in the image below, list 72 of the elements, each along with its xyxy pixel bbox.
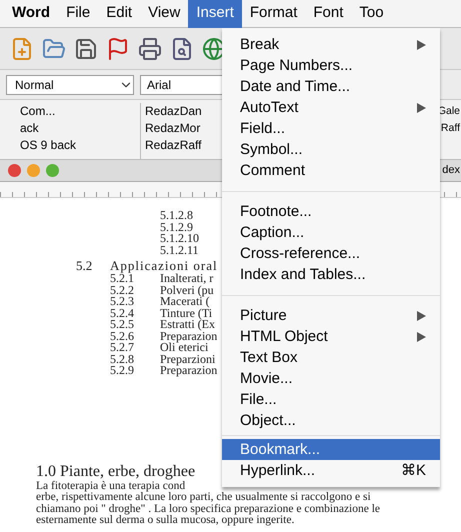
outline-entry: Oli eterici (160, 342, 208, 354)
style-dropdown[interactable]: Normal (6, 74, 134, 94)
outline-entry: Preparazion (160, 330, 218, 342)
menu-bar-item[interactable]: Word (4, 0, 58, 28)
outline-number: 5.2.3 (109, 296, 135, 308)
menu-bar-item[interactable]: Edit (98, 0, 140, 28)
folder-icon[interactable] (42, 36, 66, 60)
paragraph-line: esternamente sul derma o sulla mucosa, oppure ingerite. (36, 515, 294, 526)
file-list-item[interactable]: OS 9 back (20, 137, 140, 154)
menu-item[interactable]: Break (222, 34, 440, 55)
window-title: dex (442, 163, 460, 178)
menu-item[interactable]: Caption... (222, 222, 440, 243)
outline-entry: Inalterati, r (160, 273, 214, 284)
section-title: Applicazioni oral (110, 258, 218, 273)
outline-number: 5.2.2 (109, 284, 135, 296)
menu-item[interactable]: Index and Tables... (222, 264, 440, 285)
file-list-item[interactable]: Com... (20, 103, 140, 120)
menu-item[interactable]: Hyperlink... ⌘K (222, 460, 440, 481)
menu-item[interactable]: Bookmark... (222, 439, 440, 460)
shortcut-label: ⌘K (400, 461, 426, 481)
menu-bar-item[interactable]: Font (305, 0, 352, 28)
outline-number: 5.2.6 (109, 330, 135, 342)
file-list-item[interactable]: RedazDan (145, 103, 222, 120)
menu-bar-item[interactable]: Too (351, 0, 392, 28)
outline-entry: Preparzioni (160, 354, 216, 365)
menu-item[interactable]: Comment (222, 160, 440, 181)
menu-item[interactable]: Object... (222, 410, 440, 431)
document-heading: 1.0 Piante, erbe, droghee (36, 462, 196, 480)
outline-entry: Polveri (pu (160, 284, 214, 296)
outline-entry: Macerati ( (160, 296, 210, 308)
menu-bar-item[interactable]: View (140, 0, 188, 28)
outline-entry: Preparazion (160, 365, 218, 376)
menu-item[interactable]: HTML Object (222, 326, 440, 347)
preview-icon[interactable] (170, 36, 194, 60)
file-list-item[interactable]: RedazRaff (145, 137, 222, 154)
outline-number: 5.2.7 (109, 342, 135, 354)
close-button[interactable] (8, 164, 21, 177)
menu-item[interactable]: Cross-reference... (222, 243, 440, 264)
outline-entry: Tinture (Ti (160, 308, 212, 319)
file-list-item[interactable]: RedazMor (145, 120, 222, 137)
outline-number: 5.2.4 (109, 308, 135, 319)
menu-item[interactable]: Symbol... (222, 139, 440, 160)
outline-number: 5.1.2.8 (160, 208, 193, 222)
outline-number: 5.2 (75, 258, 94, 273)
flag-icon[interactable] (106, 36, 130, 60)
menu-item[interactable]: Picture (222, 305, 440, 326)
menu-item[interactable]: AutoText (222, 97, 440, 118)
menu-bar-item[interactable]: Format (242, 0, 306, 28)
file-list-item[interactable]: Raff (440, 120, 460, 137)
menu-item[interactable]: Field... (222, 118, 440, 139)
menu-bar-item[interactable]: File (58, 0, 98, 28)
outline-number: 5.1.2.10 (160, 231, 199, 245)
paragraph-line: La fitoterapia è una terapia cond (36, 480, 186, 492)
menu-item[interactable]: File... (222, 389, 440, 410)
save-icon[interactable] (74, 36, 98, 60)
paragraph-line: erbe, rispettivamente alcune loro parti, che usualmente si raccolgono e si (36, 492, 371, 504)
menu-item[interactable]: Page Numbers... (222, 55, 440, 76)
outline-number: 5.2.5 (109, 319, 135, 330)
outline-number: 5.1.2.9 (160, 220, 193, 234)
outline-number: 5.2.1 (109, 273, 134, 284)
outline-number: 5.1.2.11 (160, 242, 199, 256)
menu-item[interactable]: Footnote... (222, 201, 440, 222)
outline-number: 5.2.8 (109, 354, 135, 365)
menu-item[interactable]: Text Box (222, 347, 440, 368)
menu-bar-item[interactable]: Insert (188, 0, 242, 28)
paragraph-line: chiamano poi " droghe" . La loro specifica preparazione e combinazione le (36, 504, 380, 515)
new-document-icon[interactable] (10, 36, 34, 60)
outline-number: 5.2.9 (109, 365, 135, 376)
file-list-item[interactable]: ack (20, 120, 140, 137)
outline-entry: Estratti (Ex (160, 319, 215, 330)
menu-item[interactable]: Movie... (222, 368, 440, 389)
print-icon[interactable] (138, 36, 162, 60)
